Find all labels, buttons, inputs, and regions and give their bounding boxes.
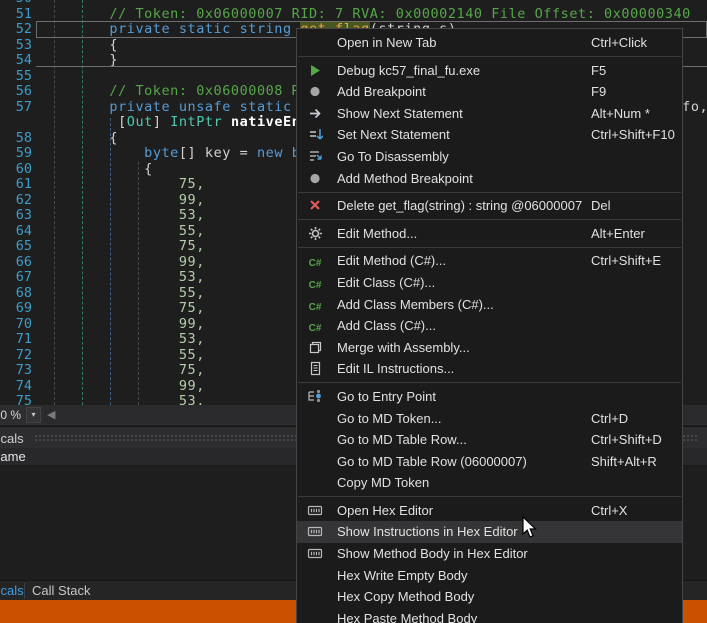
menu-item-label: Set Next Statement [337,127,450,142]
menu-item-edit-class-c[interactable]: C# Edit Class (C#)... [297,272,682,294]
menu-item-shortcut: Ctrl+Click [591,35,647,50]
csharp-icon: C# [306,275,324,291]
menu-item-delete-get-flag-string-string-06000007[interactable]: Delete get_flag(string) : string @060000… [297,195,682,217]
menu-item-label: Go to MD Table Row... [337,432,467,447]
menu-item-add-method-breakpoint[interactable]: Add Method Breakpoint [297,168,682,190]
menu-item-edit-method[interactable]: Edit Method... Alt+Enter [297,223,682,245]
docil-icon [306,361,324,377]
menu-item-hex-write-empty-body[interactable]: Hex Write Empty Body [297,565,682,587]
menu-item-copy-md-token[interactable]: Copy MD Token [297,472,682,494]
menu-item-label: Go To Disassembly [337,149,449,164]
delx-icon [306,198,324,214]
menu-item-go-to-entry-point[interactable]: Go to Entry Point [297,386,682,408]
menu-separator [298,382,681,383]
context-menu: Open in New Tab Ctrl+Click Debug kc57_fina… [296,28,683,623]
menu-item-shortcut: F9 [591,84,606,99]
entry-icon [306,389,324,405]
merge-icon [306,340,324,356]
menu-item-label: Copy MD Token [337,475,429,490]
menu-item-label: Show Method Body in Hex Editor [337,546,528,561]
hex-icon [306,546,324,562]
menu-item-shortcut: Del [591,198,611,213]
menu-item-label: Show Next Statement [337,106,463,121]
zoom-level-combobox[interactable]: 100 % [0,408,21,422]
mouse-cursor [522,516,539,545]
menu-item-hex-copy-method-body[interactable]: Hex Copy Method Body [297,586,682,608]
hex-icon [306,503,324,519]
csharp-icon: C# [306,253,324,269]
gear-icon [306,226,324,242]
dnspy-window: 5051 // Token: 0x06000007 RID: 7 RVA: 0x… [0,0,707,623]
menu-item-label: Merge with Assembly... [337,340,470,355]
circle-icon [306,84,324,100]
menu-separator [298,247,681,248]
menu-item-shortcut: Ctrl+Shift+D [591,432,662,447]
menu-item-show-next-statement[interactable]: Show Next Statement Alt+Num * [297,103,682,125]
menu-item-label: Open Hex Editor [337,503,433,518]
menu-separator [298,219,681,220]
menu-item-label: Go to MD Token... [337,411,442,426]
menu-item-show-method-body-in-hex-editor[interactable]: Show Method Body in Hex Editor [297,543,682,565]
menu-separator [298,56,681,57]
disasm-icon [306,149,324,165]
menu-item-edit-il-instructions[interactable]: Edit IL Instructions... [297,358,682,380]
menu-item-go-to-md-table-row[interactable]: Go to MD Table Row... Ctrl+Shift+D [297,429,682,451]
menu-item-label: Go to MD Table Row (06000007) [337,454,527,469]
menu-item-open-hex-editor[interactable]: Open Hex Editor Ctrl+X [297,500,682,522]
menu-item-label: Show Instructions in Hex Editor [337,524,518,539]
menu-item-label: Add Class Members (C#)... [337,297,494,312]
play-icon [306,63,324,79]
menu-item-label: Hex Paste Method Body [337,611,477,623]
menu-item-label: Add Class (C#)... [337,318,436,333]
menu-item-open-in-new-tab[interactable]: Open in New Tab Ctrl+Click [297,32,682,54]
menu-item-shortcut: Shift+Alt+R [591,454,657,469]
hex-icon [306,524,324,540]
menu-item-label: Hex Write Empty Body [337,568,468,583]
locals-panel-title: Locals [0,431,24,446]
arrow-icon [306,106,324,122]
menu-item-shortcut: Alt+Num * [591,106,650,121]
menu-item-shortcut: Alt+Enter [591,226,645,241]
menu-item-shortcut: F5 [591,63,606,78]
menu-item-label: Open in New Tab [337,35,437,50]
menu-item-merge-with-assembly[interactable]: Merge with Assembly... [297,337,682,359]
menu-separator [298,192,681,193]
menu-item-show-instructions-in-hex-editor[interactable]: Show Instructions in Hex Editor [297,521,682,543]
menu-item-edit-method-c[interactable]: C# Edit Method (C#)... Ctrl+Shift+E [297,250,682,272]
menu-item-label: Delete get_flag(string) : string @060000… [337,198,582,213]
menu-item-set-next-statement[interactable]: Set Next Statement Ctrl+Shift+F10 [297,124,682,146]
menu-item-shortcut: Ctrl+Shift+E [591,253,661,268]
zoom-dropdown-button[interactable]: ▾ [26,407,41,423]
menu-item-add-class-members-c[interactable]: C# Add Class Members (C#)... [297,294,682,316]
menu-item-label: Debug kc57_final_fu.exe [337,63,480,78]
menu-item-add-breakpoint[interactable]: Add Breakpoint F9 [297,81,682,103]
name-column-label: Name [0,449,26,464]
tab-call-stack[interactable]: Call Stack [32,583,91,598]
circle-icon [306,171,324,187]
menu-item-add-class-c[interactable]: C# Add Class (C#)... [297,315,682,337]
menu-item-label: Edit Method (C#)... [337,253,446,268]
menu-separator [298,496,681,497]
menu-item-shortcut: Ctrl+Shift+F10 [591,127,675,142]
menu-item-go-to-disassembly[interactable]: Go To Disassembly [297,146,682,168]
menu-item-go-to-md-table-row-06000007[interactable]: Go to MD Table Row (06000007) Shift+Alt+R [297,451,682,473]
menu-item-label: Go to Entry Point [337,389,436,404]
scroll-left-arrow-icon[interactable]: ◀ [47,408,55,421]
menu-item-label: Add Method Breakpoint [337,171,473,186]
menu-item-label: Add Breakpoint [337,84,426,99]
csharp-icon: C# [306,297,324,313]
setnext-icon [306,127,324,143]
menu-item-shortcut: Ctrl+X [591,503,627,518]
tab-separator [24,583,25,599]
menu-item-hex-paste-method-body[interactable]: Hex Paste Method Body [297,608,682,623]
menu-item-go-to-md-token[interactable]: Go to MD Token... Ctrl+D [297,408,682,430]
menu-item-label: Edit IL Instructions... [337,361,454,376]
tab-locals[interactable]: Locals [0,583,24,598]
menu-item-label: Edit Class (C#)... [337,275,435,290]
csharp-icon: C# [306,318,324,334]
menu-item-debug-kc57-final-fu-exe[interactable]: Debug kc57_final_fu.exe F5 [297,60,682,82]
menu-item-shortcut: Ctrl+D [591,411,628,426]
menu-item-label: Edit Method... [337,226,417,241]
menu-item-label: Hex Copy Method Body [337,589,474,604]
